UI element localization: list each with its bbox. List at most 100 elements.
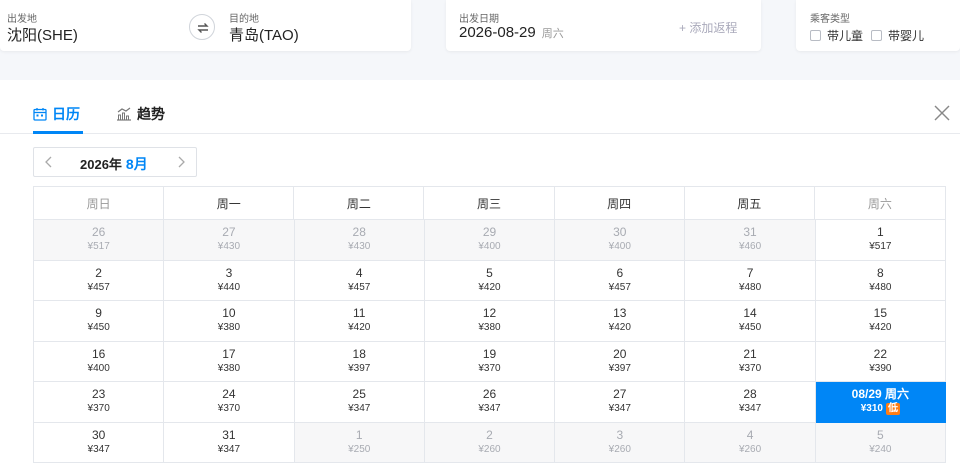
day-number: 22 [873,346,888,361]
tab-trend[interactable]: 趋势 [116,104,165,124]
calendar-day[interactable]: 3 ¥260 [555,422,686,463]
calendar-day[interactable]: 5 ¥240 [815,422,946,463]
day-price-value: ¥347 [738,403,762,415]
tab-calendar[interactable]: 日历 [33,104,80,124]
calendar-day[interactable]: 6 ¥457 [555,260,686,301]
day-number: 15 [873,306,888,321]
day-price-value: ¥420 [348,322,371,334]
current-month-label: 8月 [125,156,148,172]
calendar-day[interactable]: 16 ¥400 [34,341,165,382]
day-price: ¥397 [609,362,631,376]
day-number: 2 [95,265,102,280]
swap-arrows-icon [197,23,209,33]
day-price: ¥450 [88,321,110,335]
calendar-day[interactable]: 26 ¥517 [34,220,165,261]
day-number: 6 [616,265,624,280]
day-number: 26 [482,387,497,402]
day-price: ¥380 [218,362,240,376]
day-number: 4 [746,427,754,442]
calendar-day[interactable]: 8 ¥480 [815,260,946,301]
calendar-day[interactable]: 5 ¥420 [424,260,556,301]
day-price-value: ¥440 [217,281,241,293]
date-box[interactable]: 出发日期 2026-08-29 周六 + 添加返程 [446,0,761,51]
calendar-day[interactable]: 31 ¥347 [164,422,295,463]
day-number: 29 [482,225,497,240]
calendar-day[interactable]: 13 ¥420 [555,301,686,342]
calendar-day[interactable]: 4 ¥260 [685,422,816,463]
calendar-day[interactable]: 1 ¥250 [294,422,425,463]
calendar-day[interactable]: 25 ¥347 [294,382,425,423]
weekday-tue: 周二 [294,187,425,219]
day-price: ¥347 [478,402,500,416]
swap-button[interactable] [189,14,215,40]
calendar-day[interactable]: 15 ¥420 [815,301,946,342]
calendar-day[interactable]: 2 ¥260 [424,422,556,463]
current-year: 2026年 [80,157,122,172]
calendar-day[interactable]: 1 ¥517 [815,220,946,261]
checkbox-box[interactable] [871,30,883,41]
weekday-fri: 周五 [685,187,815,219]
calendar-day[interactable]: 11 ¥420 [294,301,425,342]
day-number: 5 [877,427,884,442]
calendar-day[interactable]: 21 ¥370 [685,341,816,382]
calendar-day[interactable]: 18 ¥397 [294,341,425,382]
day-price-value: ¥370 [478,362,501,374]
day-number: 19 [482,346,497,361]
calendar-day[interactable]: 12 ¥380 [424,301,556,342]
month-selector: 2026年 8月 [33,147,197,177]
calendar-day[interactable]: 7 ¥480 [685,260,816,301]
day-price: ¥450 [739,321,761,335]
calendar-day[interactable]: 4 ¥457 [294,260,425,301]
day-number: 28 [352,225,366,240]
calendar-day[interactable]: 26 ¥347 [424,382,556,423]
calendar-day[interactable]: 10 ¥380 [164,301,295,342]
day-price-value: ¥457 [87,281,110,293]
calendar-day[interactable]: 14 ¥450 [685,301,816,342]
calendar-day[interactable]: 22 ¥390 [815,341,946,382]
calendar-day[interactable]: 20 ¥397 [555,341,686,382]
checkbox-box[interactable] [810,30,821,41]
add-return-button[interactable]: + 添加返程 [679,19,737,36]
day-number: 5 [486,265,493,280]
calendar-day[interactable]: 17 ¥380 [164,341,295,382]
calendar-day[interactable]: 2 ¥457 [34,260,165,301]
calendar-day[interactable]: 30 ¥400 [555,220,686,261]
chevron-right-icon[interactable] [174,154,188,170]
calendar-day[interactable]: 23 ¥370 [34,382,165,423]
calendar-day[interactable]: 24 ¥370 [164,382,295,423]
day-price-value: ¥380 [217,322,241,334]
destination-field[interactable]: 目的地 青岛(TAO) [222,0,402,51]
lowest-price-badge: 低 [885,403,900,416]
close-icon[interactable] [933,104,951,122]
day-number: 27 [613,387,627,402]
calendar-day-selected[interactable]: 08/29 周六 ¥310 低 [815,382,946,423]
search-bar: 出发地 沈阳(SHE) 目的地 青岛(TAO) 出发日期 2026-08-29 周… [0,0,960,80]
weekday-sun: 周日 [34,187,165,219]
day-price: ¥370 [88,402,110,416]
calendar-day[interactable]: 31 ¥460 [685,220,816,261]
calendar-day[interactable]: 30 ¥347 [34,422,165,463]
date-value-wrap: 2026-08-29 周六 [459,24,564,41]
day-price: ¥370 [218,402,240,416]
calendar-day[interactable]: 27 ¥430 [164,220,295,261]
calendar-day[interactable]: 28 ¥430 [294,220,425,261]
day-price-value: ¥240 [869,443,892,455]
infant-checkbox[interactable]: 带婴儿 [871,27,924,44]
calendar-day[interactable]: 19 ¥370 [424,341,556,382]
calendar-day[interactable]: 9 ¥450 [34,301,165,342]
calendar-day[interactable]: 27 ¥347 [555,382,686,423]
chevron-left-icon[interactable] [42,154,56,170]
child-checkbox[interactable]: 带儿童 [810,27,863,44]
day-price: ¥420 [348,321,370,335]
weekday-wed: 周三 [424,187,555,219]
day-price-value: ¥450 [738,322,762,334]
calendar-day[interactable]: 28 ¥347 [685,382,816,423]
calendar-day[interactable]: 3 ¥440 [164,260,295,301]
day-price: ¥347 [218,443,240,457]
day-price: ¥400 [478,240,500,254]
day-price: ¥400 [609,240,631,254]
day-price: ¥457 [88,281,110,295]
departure-field[interactable]: 出发地 沈阳(SHE) [0,0,180,51]
calendar-day[interactable]: 29 ¥400 [424,220,556,261]
day-price: ¥347 [739,402,761,416]
